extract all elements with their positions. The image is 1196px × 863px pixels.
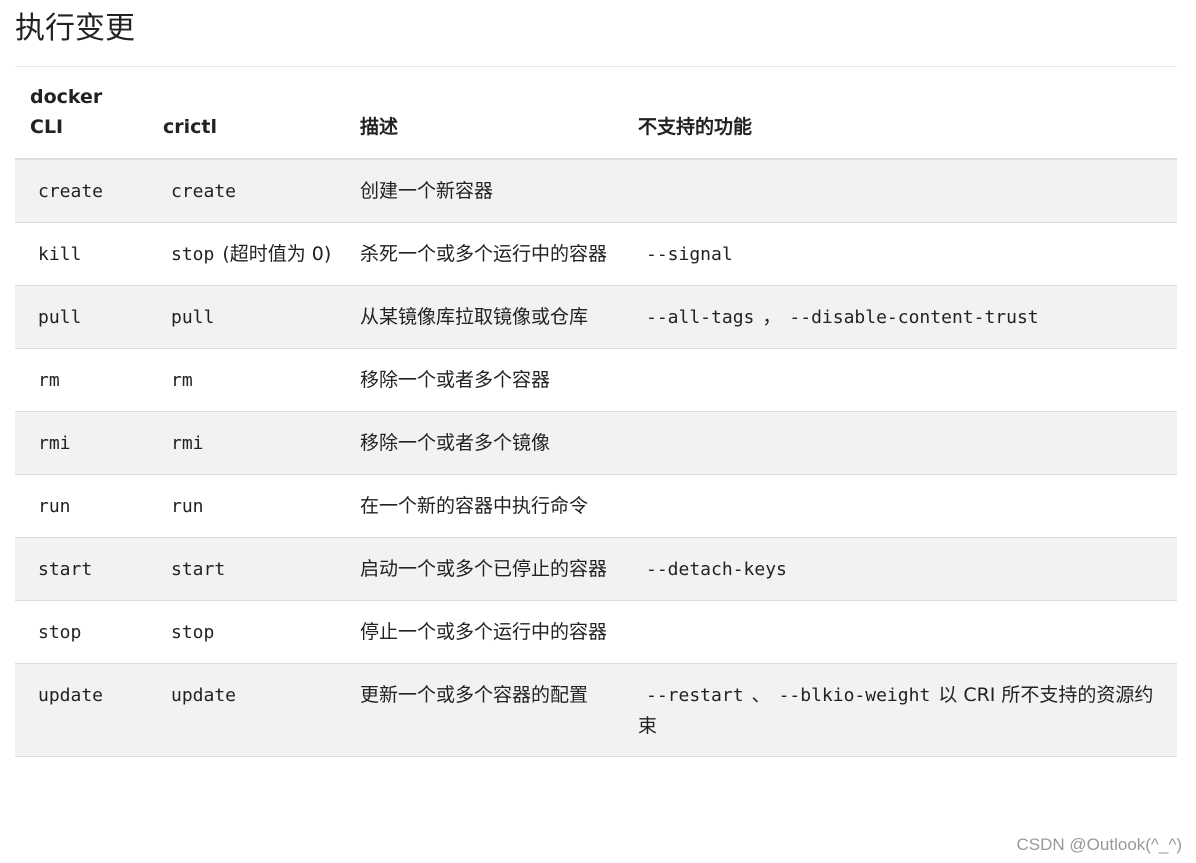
- docker-command-code: start: [38, 559, 93, 580]
- cell-description: 从某镜像库拉取镜像或仓库: [345, 285, 623, 349]
- cell-unsupported-features: --detach-keys: [623, 537, 1177, 601]
- cell-description: 在一个新的容器中执行命令: [345, 474, 623, 538]
- page-title: 执行变更: [15, 11, 135, 46]
- header-crictl: crictl: [148, 82, 345, 160]
- crictl-command-code: rm: [171, 370, 193, 391]
- cell-docker-command: pull: [15, 285, 148, 349]
- cell-description: 停止一个或多个运行中的容器: [345, 600, 623, 664]
- cell-docker-command: stop: [15, 600, 148, 664]
- table-row: stop stop 停止一个或多个运行中的容器: [15, 600, 1177, 664]
- cell-crictl-command: rm: [148, 348, 345, 412]
- cell-docker-command: run: [15, 474, 148, 538]
- cell-docker-command: rm: [15, 348, 148, 412]
- cell-docker-command: update: [15, 663, 148, 757]
- flag-separator: ，: [762, 306, 782, 328]
- docker-command-code: pull: [38, 307, 82, 328]
- title-divider: [15, 66, 1177, 67]
- cell-unsupported-features: [623, 474, 1177, 538]
- table-row: create create 创建一个新容器: [15, 159, 1177, 223]
- cell-description: 杀死一个或多个运行中的容器: [345, 222, 623, 286]
- docker-command-code: rmi: [38, 433, 71, 454]
- crictl-command-code: rmi: [171, 433, 204, 454]
- table-row: rmi rmi 移除一个或者多个镜像: [15, 411, 1177, 475]
- cell-crictl-command: update: [148, 663, 345, 757]
- crictl-command-code: run: [171, 496, 204, 517]
- crictl-command-code: create: [171, 181, 237, 202]
- docker-command-code: update: [38, 685, 104, 706]
- unsupported-flag-code: --restart: [646, 685, 744, 706]
- cell-unsupported-features: [623, 348, 1177, 412]
- cell-description: 创建一个新容器: [345, 159, 623, 223]
- unsupported-flag-code: --detach-keys: [646, 559, 787, 580]
- table-row: pull pull 从某镜像库拉取镜像或仓库 --all-tags ， --disable…: [15, 285, 1177, 349]
- cell-crictl-command: create: [148, 159, 345, 223]
- cell-unsupported-features: --signal: [623, 222, 1177, 286]
- docker-command-code: create: [38, 181, 104, 202]
- cell-crictl-command: rmi: [148, 411, 345, 475]
- cell-docker-command: start: [15, 537, 148, 601]
- cell-crictl-command: stop: [148, 600, 345, 664]
- cell-crictl-command: start: [148, 537, 345, 601]
- table-row: update update 更新一个或多个容器的配置 --restart 、 --blki…: [15, 663, 1177, 757]
- crictl-command-code: start: [171, 559, 226, 580]
- cell-unsupported-features: [623, 600, 1177, 664]
- cell-crictl-command: stop (超时值为 0): [148, 222, 345, 286]
- cell-docker-command: rmi: [15, 411, 148, 475]
- cell-description: 移除一个或者多个容器: [345, 348, 623, 412]
- watermark: CSDN @Outlook(^_^): [1016, 835, 1182, 854]
- cell-crictl-command: run: [148, 474, 345, 538]
- table-header-row: docker CLI crictl 描述 不支持的功能: [15, 82, 1177, 160]
- crictl-command-code: update: [171, 685, 237, 706]
- crictl-command-code: pull: [171, 307, 215, 328]
- header-unsupported-features: 不支持的功能: [623, 82, 1177, 160]
- crictl-command-code: stop: [171, 622, 215, 643]
- table-body: create create 创建一个新容器 kill stop (超时值为 0) 杀死一个或…: [15, 159, 1177, 757]
- cell-docker-command: kill: [15, 222, 148, 286]
- cell-description: 移除一个或者多个镜像: [345, 411, 623, 475]
- docker-command-code: stop: [38, 622, 82, 643]
- flag-separator: 、: [751, 684, 771, 706]
- cell-docker-command: create: [15, 159, 148, 223]
- cell-description: 更新一个或多个容器的配置: [345, 663, 623, 757]
- docker-command-code: run: [38, 496, 71, 517]
- table-row: kill stop (超时值为 0) 杀死一个或多个运行中的容器 --signal: [15, 222, 1177, 286]
- table-row: start start 启动一个或多个已停止的容器 --detach-keys: [15, 537, 1177, 601]
- unsupported-flag-code: --disable-content-trust: [789, 307, 1039, 328]
- cell-unsupported-features: [623, 411, 1177, 475]
- crictl-note: (超时值为 0): [222, 243, 332, 265]
- table-row: rm rm 移除一个或者多个容器: [15, 348, 1177, 412]
- cell-crictl-command: pull: [148, 285, 345, 349]
- cell-unsupported-features: --all-tags ， --disable-content-trust: [623, 285, 1177, 349]
- command-comparison-table: docker CLI crictl 描述 不支持的功能 create create…: [15, 82, 1177, 757]
- unsupported-flag-code: --all-tags: [646, 307, 755, 328]
- header-description: 描述: [345, 82, 623, 160]
- crictl-command-code: stop: [171, 244, 215, 265]
- cell-description: 启动一个或多个已停止的容器: [345, 537, 623, 601]
- unsupported-flag-code: --signal: [646, 244, 733, 265]
- unsupported-flag-code: --blkio-weight: [778, 685, 931, 706]
- cell-unsupported-features: --restart、 --blkio-weight 以 CRI 所不支持的资源约束: [623, 663, 1177, 757]
- docker-command-code: kill: [38, 244, 82, 265]
- table-row: run run 在一个新的容器中执行命令: [15, 474, 1177, 538]
- cell-unsupported-features: [623, 159, 1177, 223]
- docker-command-code: rm: [38, 370, 60, 391]
- header-docker-cli: docker CLI: [15, 82, 148, 160]
